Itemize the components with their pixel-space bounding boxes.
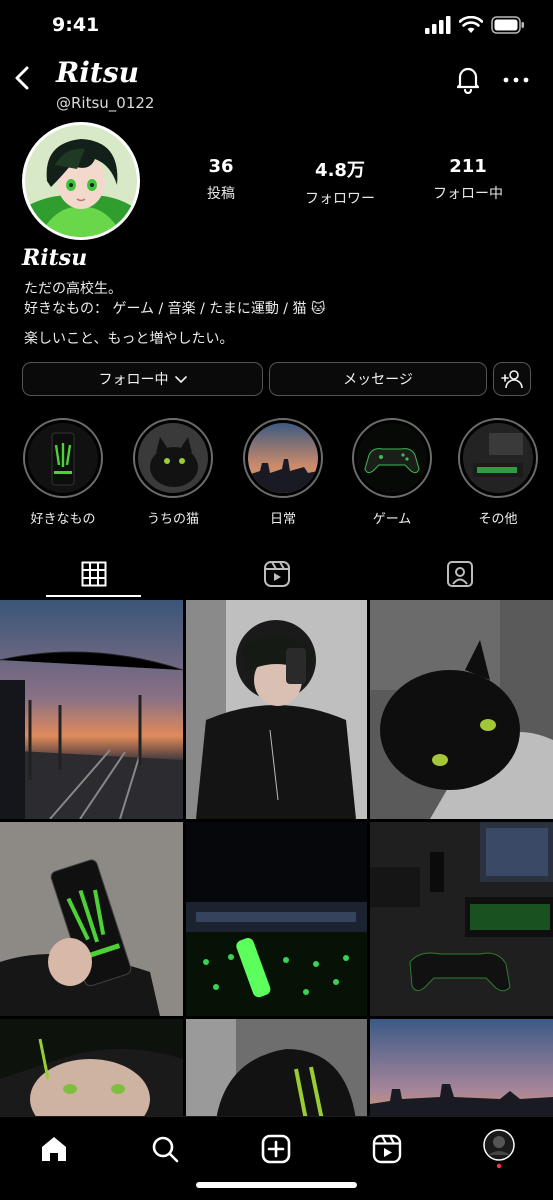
bio-line-1: ただの高校生。 (24, 281, 122, 297)
bio-display-name: Ritsu (22, 245, 88, 271)
highlight-favorites[interactable]: 好きなもの (21, 418, 105, 527)
active-tab-indicator (46, 595, 141, 597)
highlight-other[interactable]: その他 (456, 418, 540, 527)
search-icon (152, 1136, 179, 1163)
highlight-ring (458, 418, 538, 498)
highlight-daily[interactable]: 日常 (241, 418, 325, 527)
wifi-icon (459, 16, 483, 33)
profile-avatar-icon (483, 1129, 515, 1169)
suggest-people-button[interactable] (493, 362, 531, 396)
home-indicator (196, 1182, 357, 1188)
highlight-ring (352, 418, 432, 498)
avatar-illustration (25, 125, 137, 237)
reels-icon (264, 561, 290, 587)
status-bar: 9:41 (0, 0, 553, 52)
message-button[interactable]: メッセージ (269, 362, 487, 396)
chevron-down-icon (174, 376, 187, 384)
nav-profile[interactable] (479, 1129, 519, 1169)
highlight-label: 好きなもの (30, 512, 96, 527)
stat-posts-label: 投稿 (207, 186, 235, 202)
post-face-closeup[interactable] (0, 1019, 183, 1120)
stat-posts-value: 36 (208, 156, 234, 177)
profile-header: Ritsu @Ritsu_0122 (0, 56, 553, 116)
post-concert-lights[interactable] (186, 822, 367, 1016)
status-time: 9:41 (52, 14, 100, 36)
more-options-button[interactable] (501, 68, 531, 92)
nav-create[interactable] (256, 1129, 296, 1169)
add-person-icon (501, 370, 523, 389)
highlight-label: 日常 (269, 512, 296, 527)
desk-photo (463, 423, 533, 493)
post-evening-sky[interactable] (370, 1019, 553, 1120)
header-username: @Ritsu_0122 (56, 94, 155, 112)
nav-search[interactable] (145, 1129, 185, 1169)
tab-tagged[interactable] (368, 550, 552, 598)
nav-reels[interactable] (367, 1129, 407, 1169)
highlight-cat[interactable]: うちの猫 (131, 418, 215, 527)
reels-icon (372, 1134, 402, 1164)
controller-photo (357, 423, 427, 493)
highlight-label: ゲーム (372, 512, 412, 527)
nav-home[interactable] (34, 1129, 74, 1169)
highlight-ring (243, 418, 323, 498)
energy-can-photo (28, 423, 98, 493)
stat-followers-label: フォロワー (305, 191, 375, 207)
sunset-photo (248, 423, 318, 493)
stat-posts[interactable]: 36 投稿 (190, 156, 252, 203)
chevron-left-icon (15, 66, 29, 90)
tagged-icon (447, 561, 473, 587)
highlight-label: うちの猫 (146, 512, 199, 527)
stat-followers-value: 4.8万 (315, 160, 365, 181)
bio-line-3: 楽しいこと、もっと増やしたい。 (24, 331, 234, 347)
post-sunset-station[interactable] (0, 600, 183, 819)
status-icons (425, 16, 525, 34)
stat-following-label: フォロー中 (433, 186, 503, 202)
post-gaming-setup[interactable] (370, 822, 553, 1016)
post-mirror-selfie[interactable] (186, 600, 367, 819)
posts-grid (0, 600, 553, 1120)
bell-icon (456, 67, 480, 95)
highlight-ring (133, 418, 213, 498)
profile-avatar[interactable] (22, 122, 140, 240)
notifications-button[interactable] (453, 64, 483, 95)
cellular-signal-icon (425, 16, 451, 34)
grid-icon (81, 561, 107, 587)
battery-icon (491, 16, 524, 34)
stat-following[interactable]: 211 フォロー中 (418, 156, 518, 203)
tab-posts-grid[interactable] (2, 550, 186, 598)
stat-following-value: 211 (449, 156, 487, 177)
following-button-label: フォロー中 (98, 372, 169, 388)
more-horizontal-icon (503, 77, 529, 83)
back-button[interactable] (10, 62, 36, 94)
header-display-name: Ritsu (56, 56, 139, 89)
post-energy-drink[interactable] (0, 822, 183, 1016)
highlight-label: その他 (478, 512, 518, 527)
highlight-ring (23, 418, 103, 498)
post-backpack[interactable] (186, 1019, 367, 1120)
tab-reels[interactable] (185, 550, 369, 598)
create-icon (261, 1134, 291, 1164)
profile-tabs (0, 550, 553, 598)
post-black-cat[interactable] (370, 600, 553, 819)
bio-line-2: 好きなもの： ゲーム / 音楽 / たまに運動 / 猫 🐱 (24, 301, 326, 317)
home-icon (42, 1137, 66, 1161)
cat-photo (138, 423, 208, 493)
message-button-label: メッセージ (343, 372, 413, 388)
stat-followers[interactable]: 4.8万 フォロワー (290, 156, 390, 208)
following-button[interactable]: フォロー中 (22, 362, 263, 396)
highlight-game[interactable]: ゲーム (350, 418, 434, 527)
